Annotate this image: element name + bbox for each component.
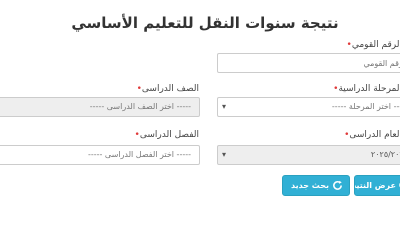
chevron-down-icon: ▾ <box>222 150 227 159</box>
new-search-button-label: بحث جديد <box>290 181 329 190</box>
term-select-value: ----- اختر الفصل الدراسى ----- <box>87 150 191 159</box>
national-id-label: الرقم القومي• <box>344 40 400 50</box>
year-select-value: ٢٠٢٥/٢٠٢٤ <box>370 150 400 159</box>
grade-label: الصف الدراسى• <box>134 84 199 94</box>
stage-label: المرحلة الدراسية• <box>330 84 400 94</box>
stage-select-value: ----- اختر المرحلة ----- <box>331 102 400 111</box>
stage-label-text: المرحلة الدراسية <box>338 84 400 94</box>
search-button-label: عرض النتيجة <box>355 181 396 190</box>
national-id-label-text: الرقم القومي <box>351 40 400 50</box>
year-label-text: العام الدراسى <box>349 130 400 140</box>
national-id-input[interactable] <box>217 53 400 73</box>
grade-label-text: الصف الدراسى <box>141 84 199 94</box>
grade-select-value: ----- اختر الصف الدراسى ----- <box>89 102 191 111</box>
refresh-icon <box>333 180 342 190</box>
year-label: العام الدراسى• <box>341 130 400 140</box>
term-select[interactable]: ----- اختر الفصل الدراسى ----- <box>0 145 200 165</box>
grade-select[interactable]: ----- اختر الصف الدراسى ----- <box>0 97 200 117</box>
page-title: نتيجة سنوات النقل للتعليم الأساسي <box>71 14 339 32</box>
chevron-down-icon: ▾ <box>222 102 227 111</box>
new-search-button[interactable]: بحث جديد <box>282 175 350 196</box>
year-select[interactable]: ٢٠٢٥/٢٠٢٤ ▾ <box>217 145 400 165</box>
term-label: الفصل الدراسى• <box>132 130 199 140</box>
term-label-text: الفصل الدراسى <box>139 130 199 140</box>
stage-select[interactable]: ----- اختر المرحلة ----- ▾ <box>217 97 400 117</box>
search-button[interactable]: عرض النتيجة <box>354 175 400 196</box>
